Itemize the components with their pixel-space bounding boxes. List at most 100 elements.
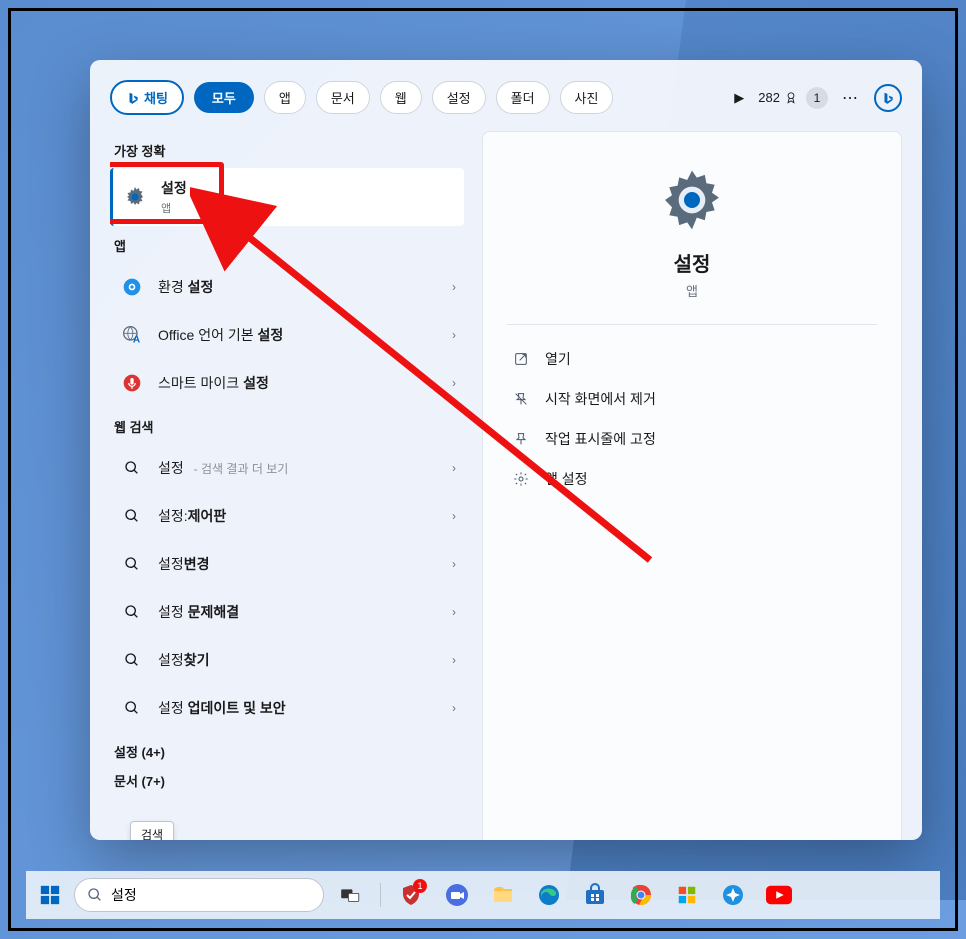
best-match-subtitle: 앱 — [161, 200, 187, 216]
tab-folders[interactable]: 폴더 — [496, 81, 550, 114]
section-documents-more[interactable]: 문서 (7+) — [114, 771, 464, 790]
chevron-right-icon: › — [452, 701, 456, 715]
preview-subtitle: 앱 — [507, 281, 877, 300]
result-label: 환경 설정 — [158, 277, 213, 297]
chevron-right-icon: › — [452, 653, 456, 667]
ms365-icon — [676, 884, 698, 906]
action-open[interactable]: 열기 — [507, 339, 877, 379]
taskbar-app-todo[interactable]: 1 — [391, 875, 431, 915]
chevron-right-icon: › — [452, 461, 456, 475]
result-label: 스마트 마이크 설정 — [158, 373, 269, 393]
action-app-settings[interactable]: 앱 설정 — [507, 459, 877, 499]
chevron-right-icon: › — [452, 557, 456, 571]
start-button[interactable] — [32, 877, 68, 913]
tab-chat[interactable]: 채팅 — [110, 80, 184, 115]
tab-web[interactable]: 웹 — [380, 81, 422, 114]
chevron-right-icon: › — [452, 376, 456, 390]
section-apps: 앱 — [114, 236, 464, 255]
tab-settings[interactable]: 설정 — [432, 81, 486, 114]
taskbar-app-explorer[interactable] — [483, 875, 523, 915]
section-settings-more[interactable]: 설정 (4+) — [114, 742, 464, 761]
bing-icon — [126, 91, 140, 105]
search-icon — [124, 700, 140, 716]
tab-all[interactable]: 모두 — [194, 82, 254, 113]
search-icon — [87, 887, 103, 903]
taskbar-app-edge[interactable] — [529, 875, 569, 915]
web-result-change[interactable]: 설정변경 › — [110, 540, 464, 588]
mic-icon — [122, 373, 142, 393]
chevron-right-icon: › — [452, 509, 456, 523]
search-icon — [124, 556, 140, 572]
youtube-icon — [766, 885, 792, 905]
unpin-icon — [513, 391, 529, 407]
store-icon — [583, 883, 607, 907]
bing-button[interactable] — [874, 84, 902, 112]
action-label: 열기 — [545, 349, 571, 369]
task-view-button[interactable] — [330, 875, 370, 915]
taskbar-app-ms365[interactable] — [667, 875, 707, 915]
taskbar-app-tool[interactable] — [713, 875, 753, 915]
more-icon[interactable]: ⋯ — [838, 88, 864, 108]
web-result-control-panel[interactable]: 설정:제어판 › — [110, 492, 464, 540]
taskbar-app-chrome[interactable] — [621, 875, 661, 915]
taskbar: 1 — [26, 871, 940, 919]
search-icon — [124, 460, 140, 476]
tab-photos[interactable]: 사진 — [560, 81, 614, 114]
folder-icon — [491, 883, 515, 907]
preview-title: 설정 — [507, 248, 877, 277]
play-icon[interactable]: ▶ — [730, 90, 748, 106]
web-result-update-security[interactable]: 설정 업데이트 및 보안 › — [110, 684, 464, 732]
result-label: 설정 - 검색 결과 더 보기 — [158, 458, 288, 478]
gear-icon — [660, 168, 724, 232]
chevron-right-icon: › — [452, 605, 456, 619]
divider — [507, 324, 877, 325]
circle-tool-icon — [721, 883, 745, 907]
edge-icon — [537, 883, 561, 907]
web-result-troubleshoot[interactable]: 설정 문제해결 › — [110, 588, 464, 636]
search-icon — [124, 604, 140, 620]
best-match-item[interactable]: 설정 앱 — [110, 168, 464, 226]
search-icon — [124, 652, 140, 668]
filter-tabs: 채팅 모두 앱 문서 웹 설정 폴더 사진 ▶ 282 1 ⋯ — [110, 80, 902, 115]
taskbar-app-store[interactable] — [575, 875, 615, 915]
app-result-env-settings[interactable]: 환경 설정 › — [110, 263, 464, 311]
preview-pane: 설정 앱 열기 시작 화면에서 제거 작업 표시줄에 고정 앱 설정 — [482, 131, 902, 840]
action-label: 시작 화면에서 제거 — [545, 389, 656, 409]
open-icon — [513, 351, 529, 367]
bing-icon — [881, 91, 895, 105]
result-label: 설정:제어판 — [158, 506, 226, 526]
section-best-match: 가장 정확 — [114, 141, 464, 160]
camera-icon — [445, 883, 469, 907]
app-result-smart-mic[interactable]: 스마트 마이크 설정 › — [110, 359, 464, 407]
globe-a-icon: A — [122, 325, 142, 345]
gear-small-icon — [513, 471, 529, 487]
action-label: 작업 표시줄에 고정 — [545, 429, 656, 449]
gear-blue-icon — [122, 277, 142, 297]
tab-documents[interactable]: 문서 — [316, 81, 370, 114]
web-result-find[interactable]: 설정찾기 › — [110, 636, 464, 684]
notification-badge: 1 — [806, 87, 828, 109]
search-results-panel: 채팅 모두 앱 문서 웹 설정 폴더 사진 ▶ 282 1 ⋯ 가장 정확 — [90, 60, 922, 840]
chevron-right-icon: › — [452, 328, 456, 342]
task-view-icon — [340, 887, 360, 903]
result-label: 설정 문제해결 — [158, 602, 239, 622]
web-result-more[interactable]: 설정 - 검색 결과 더 보기 › — [110, 444, 464, 492]
best-match-title: 설정 — [161, 178, 187, 198]
result-label: 설정변경 — [158, 554, 210, 574]
rewards-points[interactable]: 282 1 — [758, 87, 828, 109]
taskbar-search[interactable] — [74, 878, 324, 912]
pin-icon — [513, 431, 529, 447]
action-pin-taskbar[interactable]: 작업 표시줄에 고정 — [507, 419, 877, 459]
medal-icon — [784, 91, 798, 105]
tooltip-search: 검색 — [130, 821, 174, 840]
taskbar-app-youtube[interactable] — [759, 875, 799, 915]
search-icon — [124, 508, 140, 524]
svg-text:A: A — [133, 335, 140, 346]
app-result-office-lang[interactable]: A Office 언어 기본 설정 › — [110, 311, 464, 359]
action-label: 앱 설정 — [545, 469, 588, 489]
taskbar-search-input[interactable] — [111, 887, 311, 903]
action-unpin-start[interactable]: 시작 화면에서 제거 — [507, 379, 877, 419]
tab-apps[interactable]: 앱 — [264, 81, 306, 114]
chrome-icon — [629, 883, 653, 907]
taskbar-app-meet[interactable] — [437, 875, 477, 915]
